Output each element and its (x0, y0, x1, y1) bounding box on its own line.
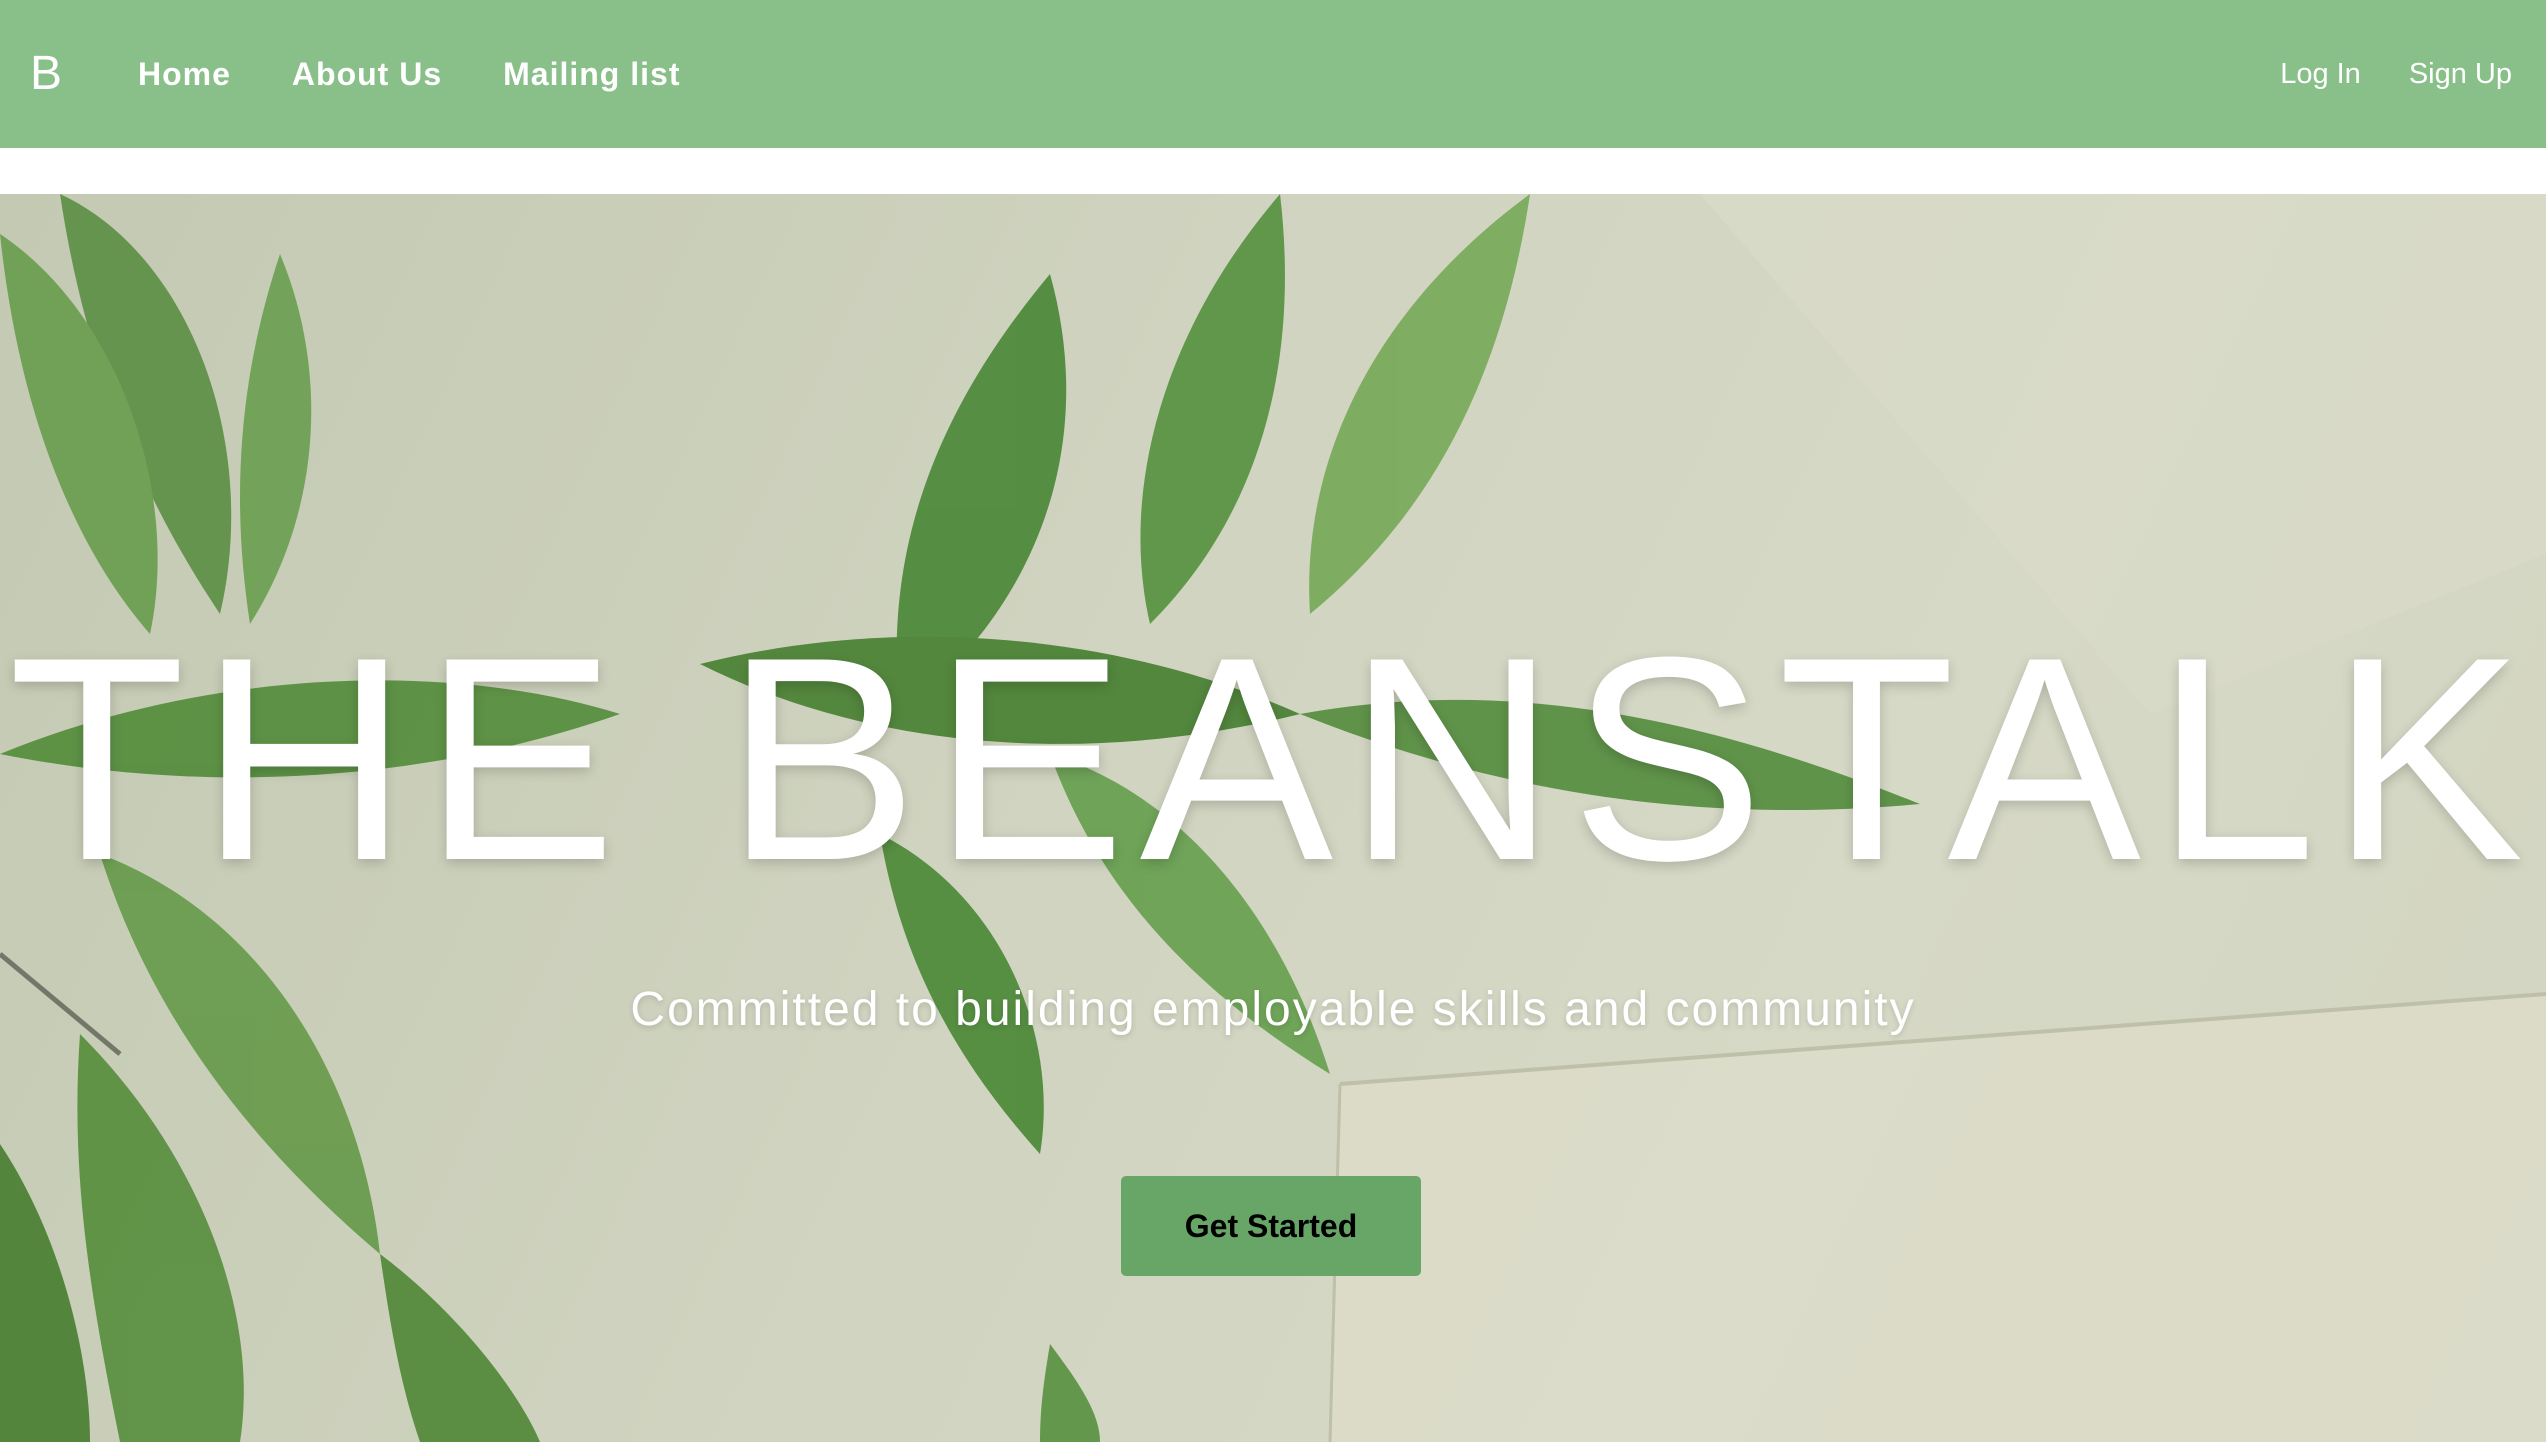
login-link[interactable]: Log In (2280, 58, 2361, 91)
hero-title: THE BEANSTALK (8, 597, 2538, 921)
brand-logo[interactable]: B (30, 50, 62, 98)
top-navbar: B Home About Us Mailing list Log In Sign… (0, 0, 2546, 148)
nav-right-group: Log In Sign Up (2232, 58, 2512, 91)
signup-link[interactable]: Sign Up (2409, 58, 2512, 91)
hero-subtitle: Committed to building employable skills … (630, 983, 1916, 1036)
get-started-button[interactable]: Get Started (1121, 1176, 1421, 1276)
nav-link-home[interactable]: Home (138, 56, 231, 93)
hero-section: THE BEANSTALK Committed to building empl… (0, 194, 2546, 1442)
nav-left-group: B Home About Us Mailing list (30, 50, 741, 98)
nav-link-about-us[interactable]: About Us (292, 56, 442, 93)
nav-link-mailing-list[interactable]: Mailing list (503, 56, 680, 93)
